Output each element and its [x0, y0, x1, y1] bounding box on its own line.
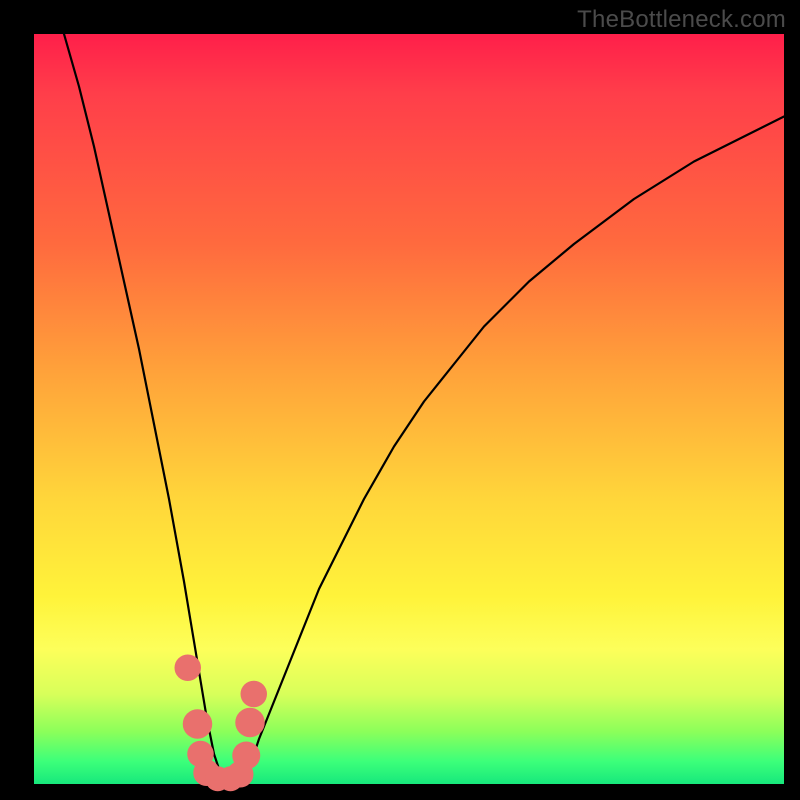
- plot-area: [34, 34, 784, 784]
- highlight-point: [175, 655, 202, 682]
- chart-frame: TheBottleneck.com: [0, 0, 800, 800]
- watermark-text: TheBottleneck.com: [577, 6, 786, 34]
- highlight-point: [183, 709, 213, 739]
- highlight-point: [232, 742, 260, 770]
- marker-group: [175, 655, 268, 792]
- bottleneck-curve: [64, 34, 784, 780]
- chart-svg: [34, 34, 784, 784]
- highlight-point: [241, 681, 268, 708]
- highlight-point: [235, 708, 265, 738]
